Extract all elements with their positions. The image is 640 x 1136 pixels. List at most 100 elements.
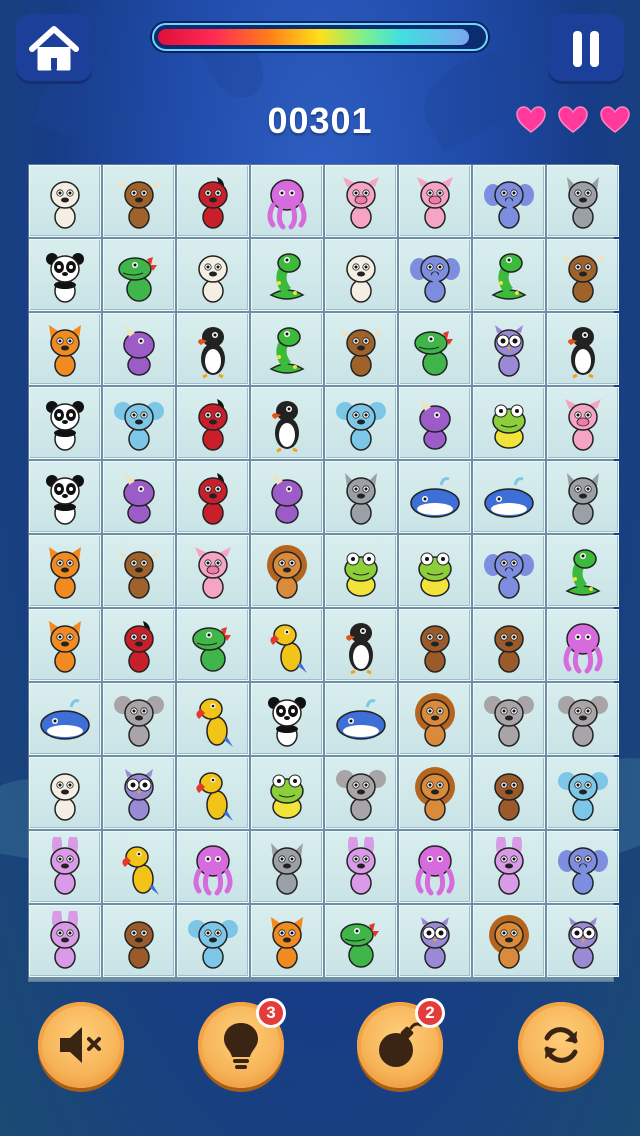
tile-rhino[interactable] [103, 461, 175, 533]
tile-dinosaur[interactable] [325, 905, 397, 977]
tile-fox[interactable] [251, 905, 323, 977]
tile-whale[interactable] [399, 461, 471, 533]
tile-rabbit[interactable] [473, 831, 545, 903]
fox-icon [49, 325, 81, 377]
home-button[interactable] [16, 14, 92, 84]
tile-frog[interactable] [251, 757, 323, 829]
tile-owl[interactable] [473, 313, 545, 385]
hint-button[interactable]: 3 [198, 998, 286, 1088]
tile-panda[interactable] [251, 683, 323, 755]
tile-wolf[interactable] [547, 461, 619, 533]
tile-mouse[interactable] [325, 757, 397, 829]
tile-snake[interactable] [473, 239, 545, 311]
tile-pig[interactable] [399, 165, 471, 237]
tile-rhino[interactable] [251, 461, 323, 533]
tile-koala[interactable] [177, 905, 249, 977]
tile-koala[interactable] [103, 387, 175, 459]
tile-octopus[interactable] [251, 165, 323, 237]
tile-cow[interactable] [103, 165, 175, 237]
tile-penguin[interactable] [177, 313, 249, 385]
tile-sheep[interactable] [325, 239, 397, 311]
tile-panda[interactable] [29, 387, 101, 459]
tile-elephant[interactable] [473, 165, 545, 237]
tile-owl[interactable] [547, 905, 619, 977]
pause-button[interactable] [548, 14, 624, 84]
tile-rabbit[interactable] [325, 831, 397, 903]
tile-monkey[interactable] [473, 609, 545, 681]
tile-frog[interactable] [399, 535, 471, 607]
tile-parrot[interactable] [177, 757, 249, 829]
lion-icon [489, 915, 529, 969]
tile-horse[interactable] [103, 609, 175, 681]
tile-pig[interactable] [547, 387, 619, 459]
tile-octopus[interactable] [547, 609, 619, 681]
tile-dinosaur[interactable] [103, 239, 175, 311]
tile-monkey[interactable] [399, 609, 471, 681]
tile-owl[interactable] [399, 905, 471, 977]
tile-dinosaur[interactable] [399, 313, 471, 385]
tile-panda[interactable] [29, 461, 101, 533]
tile-rabbit[interactable] [29, 905, 101, 977]
tile-elephant[interactable] [399, 239, 471, 311]
tile-rhino[interactable] [399, 387, 471, 459]
tile-sheep[interactable] [29, 165, 101, 237]
tile-frog[interactable] [473, 387, 545, 459]
tile-whale[interactable] [29, 683, 101, 755]
tile-horse[interactable] [177, 461, 249, 533]
tile-owl[interactable] [103, 757, 175, 829]
tile-fox[interactable] [29, 609, 101, 681]
tile-whale[interactable] [473, 461, 545, 533]
tile-monkey[interactable] [473, 757, 545, 829]
tile-parrot[interactable] [177, 683, 249, 755]
tile-parrot[interactable] [251, 609, 323, 681]
sound-toggle-button[interactable] [38, 1002, 124, 1088]
tile-parrot[interactable] [103, 831, 175, 903]
tile-panda[interactable] [29, 239, 101, 311]
tile-elephant[interactable] [473, 535, 545, 607]
tile-penguin[interactable] [251, 387, 323, 459]
tile-cow[interactable] [103, 535, 175, 607]
tile-penguin[interactable] [547, 313, 619, 385]
tile-mouse[interactable] [473, 683, 545, 755]
tile-lion[interactable] [251, 535, 323, 607]
tile-rhino[interactable] [103, 313, 175, 385]
tile-dinosaur[interactable] [177, 609, 249, 681]
tile-frog[interactable] [325, 535, 397, 607]
tile-pig[interactable] [177, 535, 249, 607]
tile-lion[interactable] [399, 683, 471, 755]
tile-wolf[interactable] [251, 831, 323, 903]
tile-lion[interactable] [473, 905, 545, 977]
octopus-icon [193, 845, 233, 896]
tile-whale[interactable] [325, 683, 397, 755]
tile-snake[interactable] [251, 239, 323, 311]
tile-snake[interactable] [251, 313, 323, 385]
tile-monkey[interactable] [103, 905, 175, 977]
tile-sheep[interactable] [177, 239, 249, 311]
panda-icon [268, 697, 306, 747]
tile-lion[interactable] [399, 757, 471, 829]
tile-octopus[interactable] [399, 831, 471, 903]
tile-octopus[interactable] [177, 831, 249, 903]
fox-icon [271, 917, 303, 969]
tile-penguin[interactable] [325, 609, 397, 681]
tile-rabbit[interactable] [29, 831, 101, 903]
tile-sheep[interactable] [29, 757, 101, 829]
tile-mouse[interactable] [547, 683, 619, 755]
shuffle-button[interactable] [518, 1002, 604, 1088]
tile-cow[interactable] [325, 313, 397, 385]
tile-elephant[interactable] [547, 831, 619, 903]
tile-pig[interactable] [325, 165, 397, 237]
tile-wolf[interactable] [547, 165, 619, 237]
tile-koala[interactable] [325, 387, 397, 459]
tile-horse[interactable] [177, 387, 249, 459]
rabbit-icon [50, 837, 80, 895]
tile-wolf[interactable] [325, 461, 397, 533]
tile-mouse[interactable] [103, 683, 175, 755]
bomb-button[interactable]: 2 [357, 998, 445, 1088]
tile-snake[interactable] [547, 535, 619, 607]
tile-horse[interactable] [177, 165, 249, 237]
tile-fox[interactable] [29, 313, 101, 385]
tile-cow[interactable] [547, 239, 619, 311]
tile-fox[interactable] [29, 535, 101, 607]
tile-koala[interactable] [547, 757, 619, 829]
